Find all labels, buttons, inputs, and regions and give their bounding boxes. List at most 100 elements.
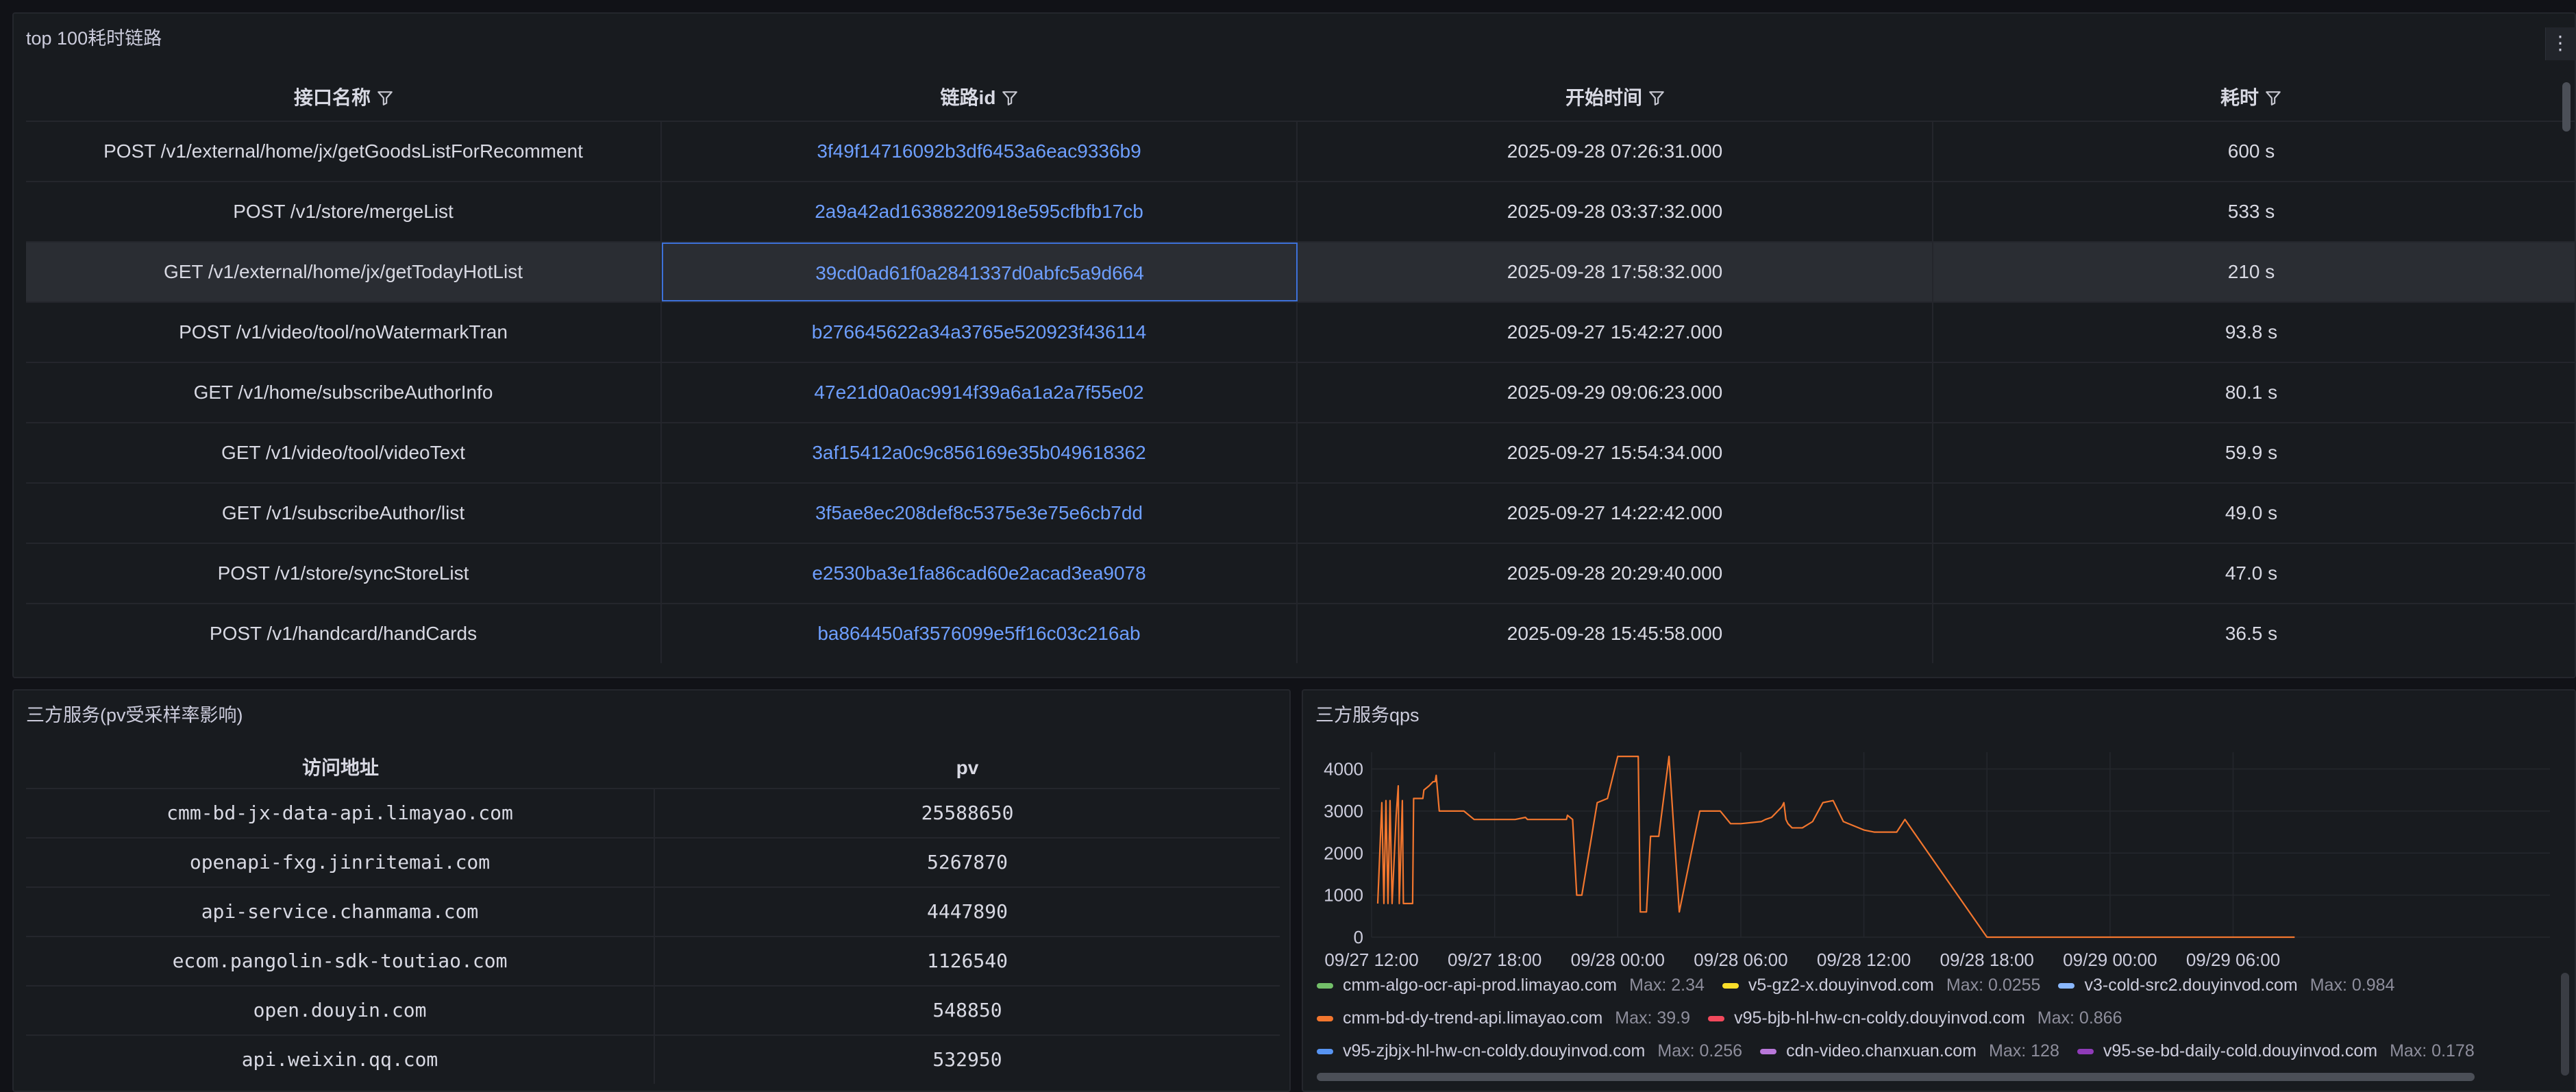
trace-id-link[interactable]: 3f5ae8ec208def8c5375e3e75e6cb7dd: [662, 484, 1298, 543]
y-tick-label: 1000: [1324, 885, 1363, 906]
table-row[interactable]: openapi-fxg.jinritemai.com 5267870: [26, 837, 1280, 888]
legend-row: v95-zjbjx-hl-hw-cn-coldy.douyinvod.com Ma…: [1317, 1037, 2492, 1065]
table-row[interactable]: POST /v1/store/syncStoreList e2530ba3e1fa…: [26, 543, 2575, 604]
legend-item[interactable]: cmm-algo-ocr-api-prod.limayao.com Max: 2.…: [1317, 971, 1705, 999]
api-name-cell: POST /v1/video/tool/noWatermarkTran: [26, 303, 662, 362]
x-tick-label: 09/27 12:00: [1324, 950, 1418, 970]
legend-series-name: v3-cold-src2.douyinvod.com: [2084, 976, 2298, 995]
legend-series-name: cmm-algo-ocr-api-prod.limayao.com: [1343, 976, 1618, 995]
legend-row: cmm-algo-ocr-api-prod.limayao.com Max: 2.…: [1317, 971, 2412, 999]
trace-id-link[interactable]: b276645622a34a3765e520923f436114: [662, 303, 1298, 362]
legend-color-swatch: [1760, 1049, 1777, 1055]
duration-cell: 533 s: [2227, 201, 2275, 222]
table-row[interactable]: POST /v1/handcard/handCards ba864450af357…: [26, 603, 2575, 665]
table-row[interactable]: cmm-bd-jx-data-api.limayao.com 25588650: [26, 788, 1280, 839]
legend-vertical-scrollbar[interactable]: [2561, 973, 2569, 1076]
address-cell: open.douyin.com: [26, 986, 655, 1034]
api-name-cell: POST /v1/store/mergeList: [26, 182, 662, 241]
start-time-cell: 2025-09-27 14:22:42.000: [1298, 484, 1933, 543]
filter-icon[interactable]: [1648, 89, 1665, 107]
legend-item[interactable]: v95-se-bd-daily-cold.douyinvod.com Max: 0…: [2077, 1037, 2475, 1065]
column-header-label: 开始时间: [1565, 87, 1642, 108]
table-row[interactable]: open.douyin.com 548850: [26, 985, 1280, 1036]
table-row[interactable]: ecom.pangolin-sdk-toutiao.com 1126540: [26, 936, 1280, 986]
legend-row: cmm-bd-dy-trend-api.limayao.com Max: 39.9…: [1317, 1004, 2140, 1032]
trace-id-link[interactable]: 3af15412a0c9c856169e35b049618362: [662, 423, 1298, 482]
column-header-label: 接口名称: [293, 87, 371, 108]
legend-color-swatch: [1708, 1016, 1725, 1022]
api-name-cell: GET /v1/subscribeAuthor/list: [26, 484, 662, 543]
vertical-scrollbar[interactable]: [2562, 82, 2571, 132]
column-header-address[interactable]: 访问地址: [26, 745, 655, 791]
panel-menu-icon[interactable]: ⋮: [2545, 27, 2575, 60]
y-tick-label: 3000: [1324, 801, 1363, 821]
duration-cell: 36.5 s: [2225, 623, 2278, 644]
filter-icon[interactable]: [2264, 89, 2282, 107]
legend-item[interactable]: cmm-bd-dy-trend-api.limayao.com Max: 39.9: [1317, 1004, 1690, 1032]
legend-max-value: Max: 0.178: [2390, 1041, 2475, 1060]
address-cell: cmm-bd-jx-data-api.limayao.com: [26, 789, 655, 837]
table-row[interactable]: api.weixin.qq.com 532950: [26, 1034, 1280, 1085]
pv-cell: 1126540: [926, 950, 1008, 972]
table-row[interactable]: POST /v1/external/home/jx/getGoodsListFo…: [26, 121, 2575, 182]
legend-color-swatch: [2058, 983, 2075, 989]
table-row[interactable]: POST /v1/store/mergeList 2a9a42ad16388220…: [26, 181, 2575, 243]
trace-id-link[interactable]: e2530ba3e1fa86cad60e2acad3ea9078: [662, 544, 1298, 603]
address-cell: openapi-fxg.jinritemai.com: [26, 839, 655, 886]
table-row[interactable]: api-service.chanmama.com 4447890: [26, 886, 1280, 937]
series-line: [1376, 756, 2295, 939]
column-header-start-time[interactable]: 开始时间: [1298, 75, 1933, 121]
start-time-cell: 2025-09-27 15:54:34.000: [1298, 423, 1933, 482]
legend-item[interactable]: v95-bjb-hl-hw-cn-coldy.douyinvod.com Max:…: [1708, 1004, 2122, 1032]
column-header-duration[interactable]: 耗时: [1933, 75, 2569, 121]
x-tick-label: 09/29 06:00: [2186, 950, 2280, 970]
start-time-cell: 2025-09-28 20:29:40.000: [1298, 544, 1933, 603]
legend-color-swatch: [1317, 983, 1333, 989]
panel-title: top 100耗时链路: [26, 28, 162, 49]
legend-series-name: v95-se-bd-daily-cold.douyinvod.com: [2103, 1041, 2378, 1060]
y-tick-label: 4000: [1324, 759, 1363, 780]
table-row[interactable]: GET /v1/video/tool/videoText 3af15412a0c9…: [26, 422, 2575, 484]
duration-cell: 93.8 s: [2225, 321, 2278, 343]
api-name-cell: POST /v1/handcard/handCards: [26, 604, 662, 663]
legend-series-name: cdn-video.chanxuan.com: [1786, 1041, 1977, 1060]
legend-item[interactable]: cdn-video.chanxuan.com Max: 128: [1760, 1037, 2059, 1065]
legend-item[interactable]: v5-gz2-x.douyinvod.com Max: 0.0255: [1722, 971, 2040, 999]
legend-max-value: Max: 0.984: [2309, 976, 2395, 995]
start-time-cell: 2025-09-28 15:45:58.000: [1298, 604, 1933, 663]
legend-max-value: Max: 0.866: [2037, 1008, 2122, 1028]
table-row[interactable]: GET /v1/subscribeAuthor/list 3f5ae8ec208d…: [26, 482, 2575, 544]
table-row[interactable]: GET /v1/external/home/jx/getTodayHotList…: [26, 241, 2575, 303]
legend-series-name: v95-bjb-hl-hw-cn-coldy.douyinvod.com: [1734, 1008, 2025, 1028]
legend-horizontal-scrollbar[interactable]: [1317, 1073, 2475, 1081]
legend-color-swatch: [2077, 1049, 2094, 1055]
y-tick-label: 2000: [1324, 843, 1363, 863]
start-time-cell: 2025-09-28 03:37:32.000: [1298, 182, 1933, 241]
legend-series-name: cmm-bd-dy-trend-api.limayao.com: [1343, 1008, 1603, 1028]
column-header-trace-id[interactable]: 链路id: [662, 75, 1298, 121]
address-cell: ecom.pangolin-sdk-toutiao.com: [26, 937, 655, 985]
trace-id-link[interactable]: 3f49f14716092b3df6453a6eac9336b9: [662, 122, 1298, 181]
legend-item[interactable]: v95-zjbjx-hl-hw-cn-coldy.douyinvod.com Ma…: [1317, 1037, 1742, 1065]
filter-icon[interactable]: [376, 89, 394, 107]
table-row[interactable]: POST /v1/video/tool/noWatermarkTran b2766…: [26, 301, 2575, 363]
legend-color-swatch: [1317, 1016, 1333, 1022]
duration-cell: 80.1 s: [2225, 382, 2278, 403]
column-header-pv[interactable]: pv: [655, 745, 1280, 791]
qps-line-chart: 4000 3000 2000 1000 0 09/27 12:00 09/27 18:00 0…: [1324, 752, 2550, 970]
trace-id-link[interactable]: 39cd0ad61f0a2841337d0abfc5a9d664: [662, 243, 1298, 301]
column-header-api-name[interactable]: 接口名称: [26, 75, 662, 121]
pv-cell: 25588650: [921, 802, 1014, 824]
trace-id-link[interactable]: 2a9a42ad16388220918e595cfbfb17cb: [662, 182, 1298, 241]
legend-item[interactable]: v3-cold-src2.douyinvod.com Max: 0.984: [2058, 971, 2394, 999]
trace-id-link[interactable]: 47e21d0a0ac9914f39a6a1a2a7f55e02: [662, 363, 1298, 422]
filter-icon[interactable]: [1001, 89, 1019, 107]
y-tick-label: 0: [1354, 927, 1363, 947]
legend-max-value: Max: 2.34: [1629, 976, 1705, 995]
table-row[interactable]: GET /v1/home/subscribeAuthorInfo 47e21d0a…: [26, 362, 2575, 423]
trace-id-link[interactable]: ba864450af3576099e5ff16c03c216ab: [662, 604, 1298, 663]
duration-cell: 210 s: [2227, 261, 2275, 282]
pv-cell: 548850: [932, 999, 1002, 1021]
api-name-cell: GET /v1/external/home/jx/getTodayHotList: [26, 243, 662, 301]
column-header-label: 链路id: [940, 87, 996, 108]
